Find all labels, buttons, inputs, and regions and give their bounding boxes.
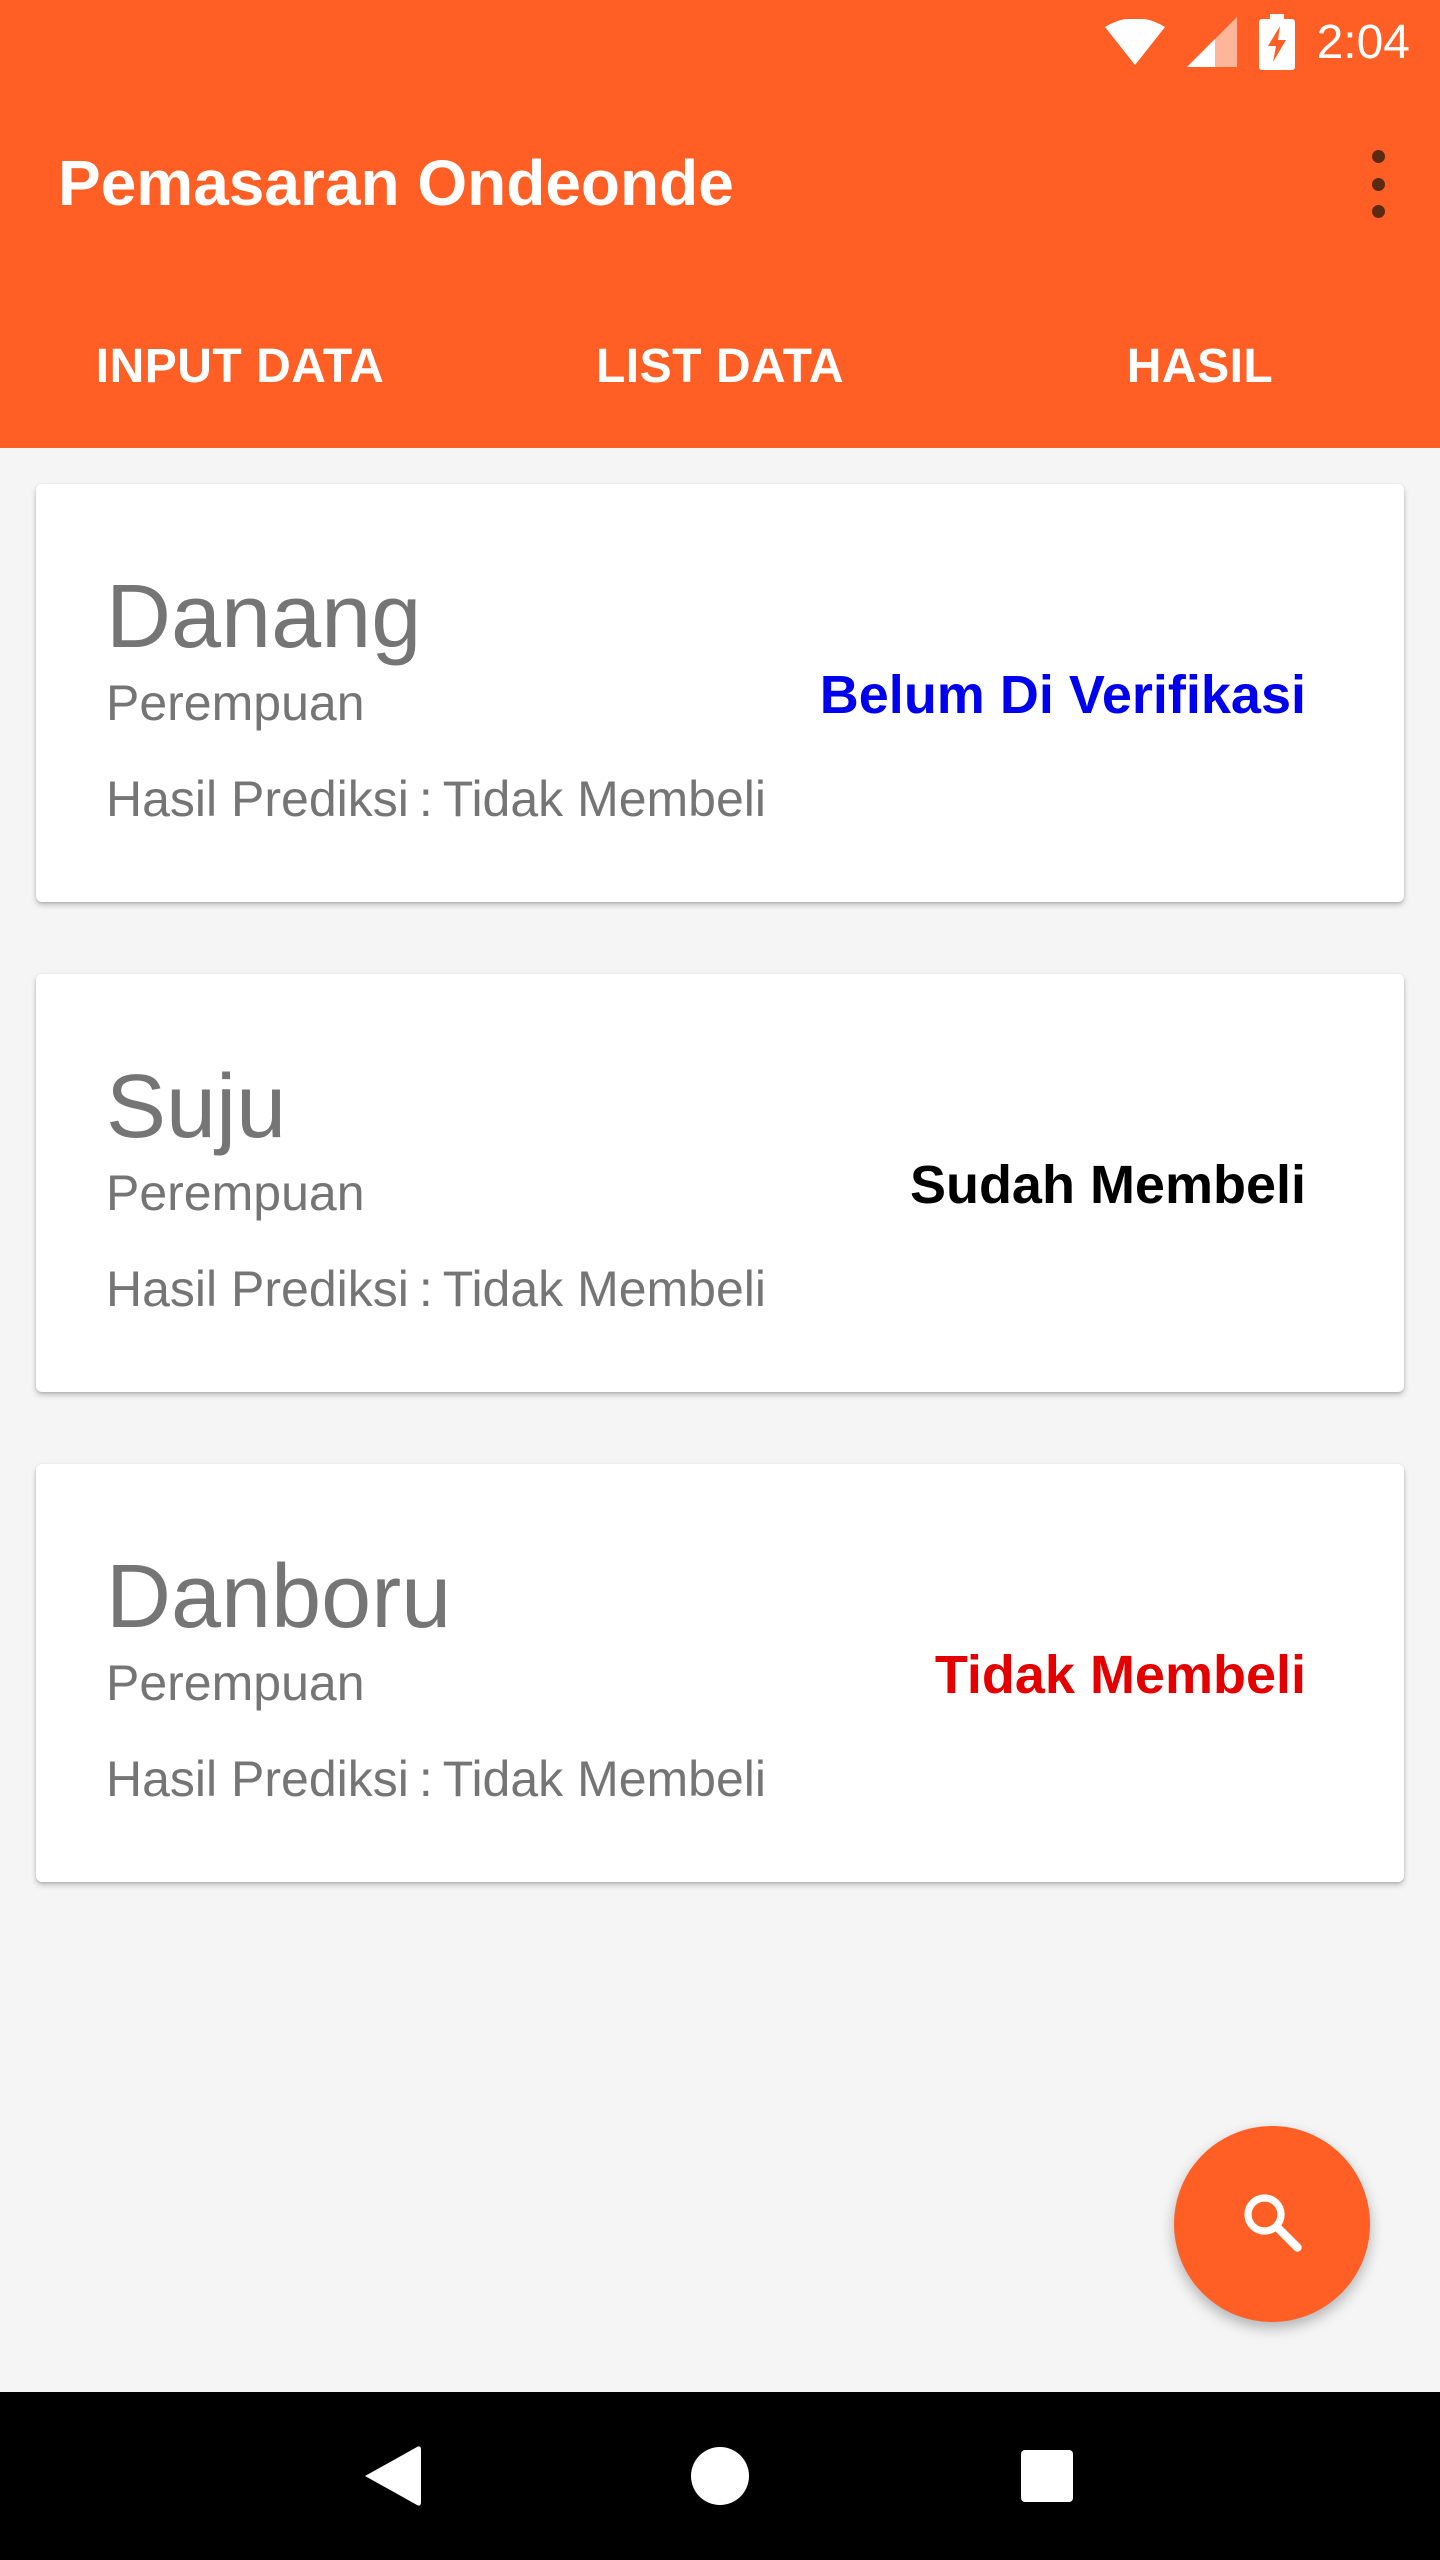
customer-card[interactable]: Danboru Perempuan Hasil Prediksi: Tidak M… [36, 1464, 1404, 1882]
status-bar: 2:04 [0, 0, 1440, 84]
recents-icon[interactable] [987, 2416, 1107, 2536]
battery-charging-icon [1258, 14, 1295, 70]
prediction-separator: : [418, 1261, 433, 1317]
tab-bar: INPUT DATA LIST DATA HASIL [0, 284, 1440, 448]
status-label: Sudah Membeli [909, 1155, 1306, 1215]
prediction-text: Hasil Prediksi: Tidak Membeli [106, 1750, 766, 1808]
customer-card[interactable]: Danang Perempuan Hasil Prediksi: Tidak Me… [36, 484, 1404, 902]
status-label: Belum Di Verifikasi [819, 665, 1306, 725]
card-list: Danang Perempuan Hasil Prediksi: Tidak Me… [36, 484, 1404, 1954]
tab-label: INPUT DATA [95, 339, 385, 393]
tab-label: HASIL [1126, 339, 1274, 393]
prediction-label: Hasil Prediksi [106, 1261, 409, 1317]
status-label: Tidak Membeli [934, 1645, 1306, 1705]
prediction-separator: : [418, 771, 433, 827]
customer-name: Suju [106, 1057, 287, 1157]
prediction-value: Tidak Membeli [442, 771, 767, 827]
status-time: 2:04 [1316, 15, 1410, 69]
prediction-separator: : [418, 1751, 433, 1807]
wifi-icon [1104, 19, 1165, 65]
app-title: Pemasaran Ondeonde [58, 147, 734, 219]
prediction-text: Hasil Prediksi: Tidak Membeli [106, 1260, 766, 1318]
system-nav-bar [0, 2392, 1440, 2560]
customer-gender: Perempuan [106, 1165, 365, 1221]
prediction-value: Tidak Membeli [442, 1261, 767, 1317]
overflow-menu-icon[interactable] [1356, 144, 1400, 224]
signal-icon [1186, 17, 1237, 67]
tab-label: LIST DATA [595, 339, 844, 393]
search-fab-button[interactable] [1174, 2126, 1370, 2322]
customer-gender: Perempuan [106, 675, 365, 731]
prediction-value: Tidak Membeli [442, 1751, 767, 1807]
prediction-label: Hasil Prediksi [106, 1751, 409, 1807]
app-bar: Pemasaran Ondeonde [0, 84, 1440, 284]
home-icon[interactable] [660, 2416, 780, 2536]
customer-name: Danboru [106, 1547, 452, 1647]
menu-dot [1371, 150, 1385, 163]
customer-card[interactable]: Suju Perempuan Hasil Prediksi: Tidak Memb… [36, 974, 1404, 1392]
tab-hasil[interactable]: HASIL [960, 284, 1440, 448]
customer-name: Danang [106, 567, 422, 667]
tab-input-data[interactable]: INPUT DATA [0, 284, 480, 448]
prediction-label: Hasil Prediksi [106, 771, 409, 827]
tab-list-data[interactable]: LIST DATA [480, 284, 960, 448]
menu-dot [1371, 177, 1385, 191]
prediction-text: Hasil Prediksi: Tidak Membeli [106, 770, 766, 828]
customer-gender: Perempuan [106, 1655, 365, 1711]
back-icon[interactable] [333, 2416, 453, 2536]
menu-dot [1371, 205, 1385, 218]
search-icon [1236, 2186, 1308, 2263]
